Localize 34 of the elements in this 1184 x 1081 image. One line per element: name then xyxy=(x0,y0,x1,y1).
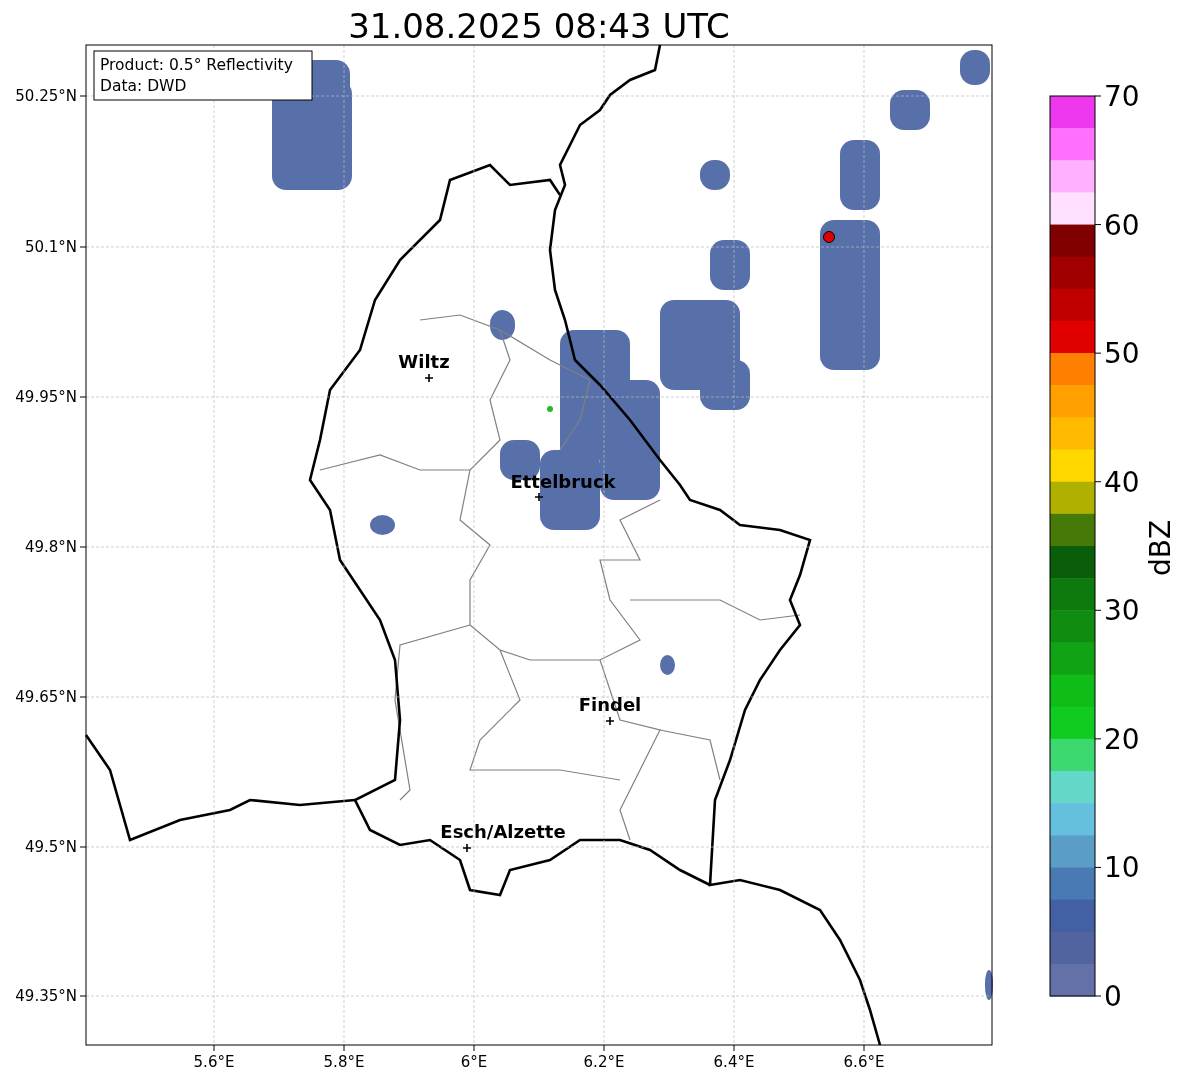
longitude-label: 5.8°E xyxy=(323,1053,365,1071)
latitude-label: 49.8°N xyxy=(24,538,77,556)
latitude-label: 49.95°N xyxy=(15,388,77,406)
city-marker-icon xyxy=(462,843,472,853)
latitude-label: 49.35°N xyxy=(15,987,77,1005)
longitude-label: 6.6°E xyxy=(843,1053,885,1071)
colorbar-tick-label: 10 xyxy=(1104,851,1140,885)
city-marker-icon xyxy=(424,373,434,383)
city-marker-icon xyxy=(534,492,544,502)
city-label: Findel xyxy=(578,694,642,715)
info-text: Data: DWD xyxy=(100,77,187,95)
latitude-label: 50.1°N xyxy=(24,238,77,256)
colorbar-tick-label: 30 xyxy=(1104,594,1140,628)
colorbar-tick-label: 40 xyxy=(1104,465,1140,499)
longitude-label: 6.2°E xyxy=(583,1053,625,1071)
colorbar-tick-label: 0 xyxy=(1104,980,1122,1013)
colorbar-label: dBZ xyxy=(1144,519,1177,577)
longitude-label: 6°E xyxy=(460,1053,488,1071)
city-label: Wiltz xyxy=(398,351,450,372)
info-text: Product: 0.5° Reflectivity xyxy=(100,56,293,74)
latitude-label: 49.65°N xyxy=(15,688,77,706)
longitude-label: 5.6°E xyxy=(193,1053,235,1071)
chart-title: 31.08.2025 08:43 UTC xyxy=(348,6,730,46)
colorbar-tick-label: 60 xyxy=(1104,208,1140,242)
radar-site-icon xyxy=(823,231,835,243)
city-marker-icon xyxy=(605,716,615,726)
colorbar-tick-label: 50 xyxy=(1104,337,1140,371)
latitude-label: 50.25°N xyxy=(15,87,77,105)
city-label: Esch/Alzette xyxy=(440,821,566,842)
colorbar-tick-label: 70 xyxy=(1104,80,1140,113)
station-icon xyxy=(547,406,553,412)
latitude-label: 49.5°N xyxy=(24,838,77,856)
colorbar-tick-label: 20 xyxy=(1104,722,1140,756)
longitude-label: 6.4°E xyxy=(713,1053,755,1071)
